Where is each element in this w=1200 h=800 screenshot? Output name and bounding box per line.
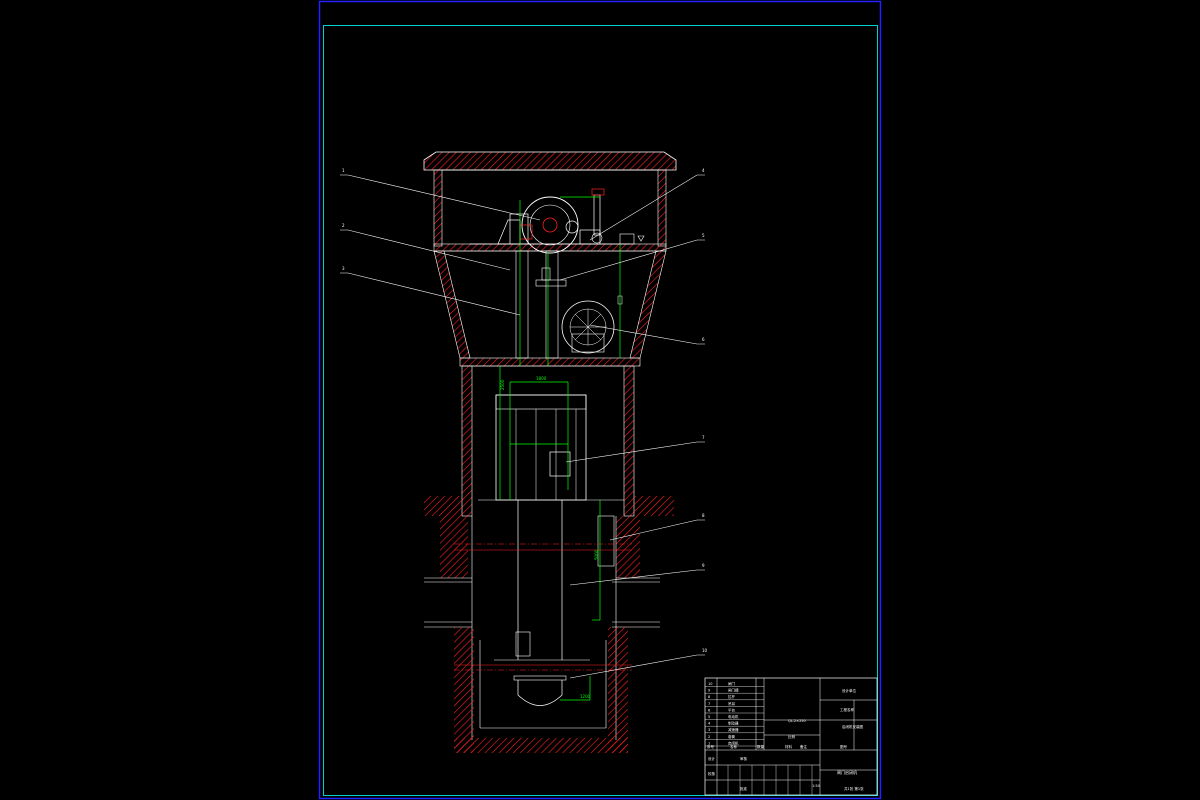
parts-row-name: 吊耳	[728, 701, 736, 706]
title-block: 10 闸门9 闸门槽8 拉杆7 吊耳6 平台5 电动机4 制动器3 减速器2 卷筒1 启闭机 设计单…	[704, 677, 878, 796]
tb-cell-drawing-no: 图号	[840, 744, 848, 749]
parts-row-number: 10	[708, 682, 712, 686]
parts-row-name: 制动器	[728, 721, 739, 726]
parts-row-number: 7	[708, 702, 710, 706]
callout-7: 7	[702, 435, 705, 440]
tb-header-remark: 备注	[800, 744, 808, 749]
callout-10: 10	[702, 648, 708, 653]
parts-row-number: 8	[708, 695, 710, 699]
lower-channel	[424, 621, 660, 753]
tb-header-qty: 数量	[757, 744, 765, 749]
inner-frame	[323, 25, 878, 796]
callout-5: 5	[702, 233, 705, 238]
tb-cell-project: 工程名称	[840, 707, 854, 712]
tb-cell-design-unit: 设计单位	[842, 688, 856, 693]
callout-2: 2	[342, 223, 345, 228]
parts-row-number: 9	[708, 689, 710, 693]
dim-1800: 1800	[536, 376, 547, 381]
water-level-lines	[454, 543, 632, 671]
tb-header-material: 材料	[785, 744, 793, 749]
parts-row-number: 3	[708, 728, 710, 732]
callout-labels: 1 2 3 4 5 6 7 8 9 10	[342, 168, 708, 653]
callout-8: 8	[702, 513, 705, 518]
dimension-texts: 2500 1800 5000 1200	[500, 376, 599, 699]
parts-row-name: 闸门槽	[728, 688, 739, 693]
parts-row-name: 拉杆	[728, 694, 736, 699]
parts-row-name: 闸门	[728, 681, 736, 686]
callout-6: 6	[702, 337, 705, 342]
tb-sign-review: 审核	[740, 756, 748, 761]
dim-1200: 1200	[580, 694, 591, 699]
tb-cell-scale-label: 比例	[788, 734, 796, 739]
tb-sign-design: 设计	[708, 756, 716, 761]
tb-cell-model: QL-2×250	[788, 719, 806, 723]
tb-sign-approve: 批准	[740, 786, 748, 791]
parts-row-name: 电动机	[728, 714, 739, 719]
callout-3: 3	[342, 266, 345, 271]
machine-room	[433, 169, 667, 252]
hoist-machine	[470, 188, 645, 254]
callout-1: 1	[342, 168, 345, 173]
outer-frame	[318, 0, 882, 800]
parts-row-name: 卷筒	[728, 734, 736, 739]
tb-cell-install-drawing: 启闭机安装图	[842, 724, 863, 729]
parts-row-number: 4	[708, 722, 711, 726]
roof	[423, 151, 677, 171]
callout-9: 9	[702, 563, 705, 568]
tb-header-no: 序号	[707, 744, 715, 749]
tb-sheet: 共1张 第1张	[844, 786, 864, 791]
gate-chamber	[461, 365, 635, 517]
ground-section	[424, 496, 674, 583]
dim-5000: 5000	[594, 549, 599, 560]
parts-row-number: 5	[708, 715, 710, 719]
tb-header-name: 名称	[730, 744, 738, 749]
parts-row-number: 6	[708, 708, 710, 712]
tb-scale: 1:50	[812, 784, 820, 788]
callout-4: 4	[702, 168, 705, 173]
drawing-title: 闸门启闭机	[837, 769, 857, 775]
dim-2500: 2500	[500, 379, 505, 390]
parts-row-name: 减速器	[728, 727, 739, 732]
parts-row-number: 2	[708, 735, 710, 739]
parts-row-name: 平台	[728, 707, 736, 712]
cad-drawing-sheet: 2500 1800 5000 1200 1 2 3 4 5 6 7 8 9 10	[318, 0, 882, 800]
operating-room	[433, 250, 667, 367]
tb-sign-check: 校核	[708, 771, 716, 776]
